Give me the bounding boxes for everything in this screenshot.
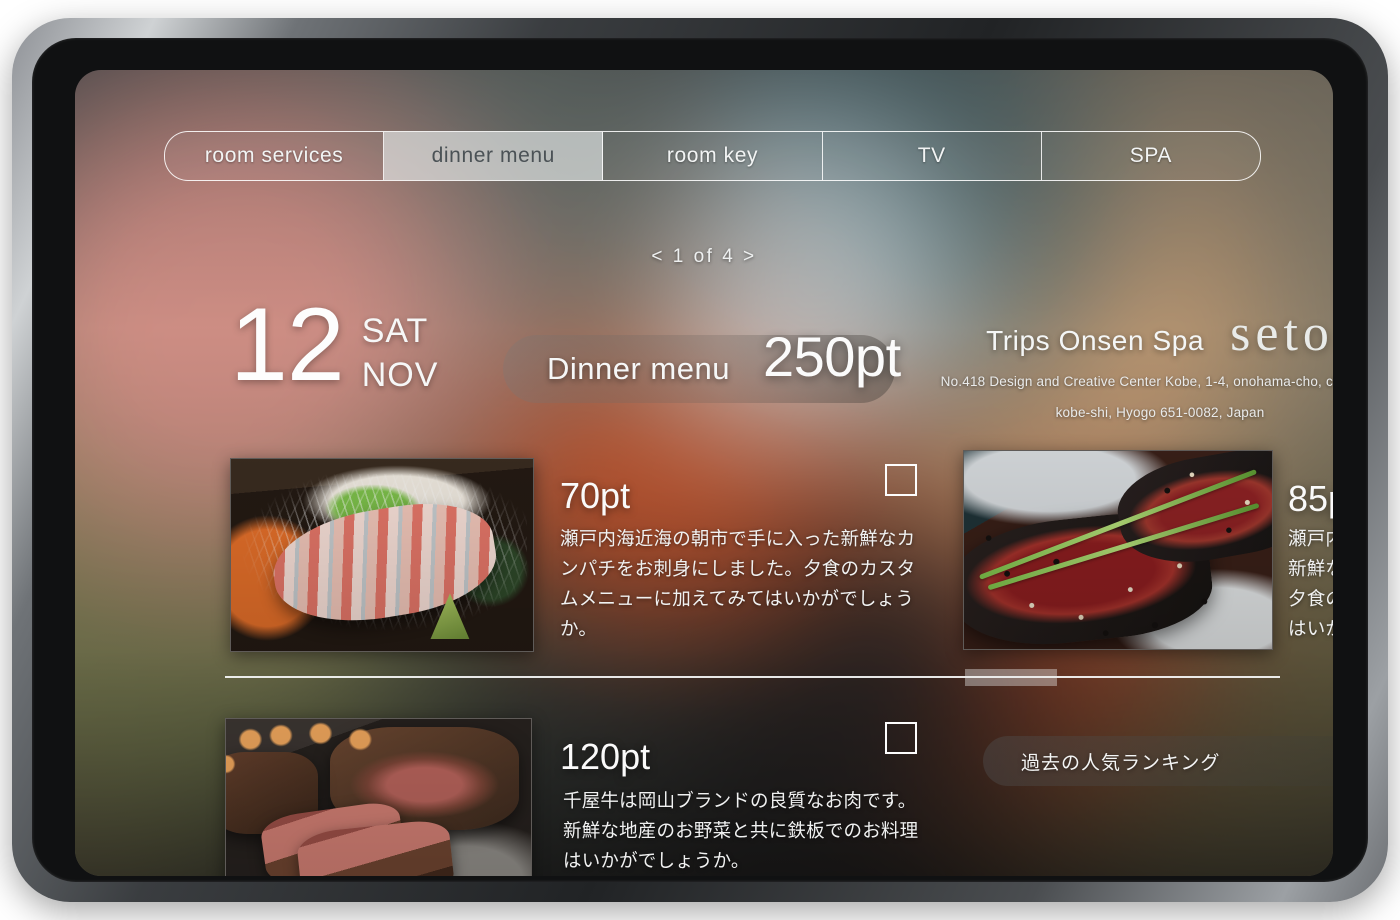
tab-label: room key xyxy=(666,144,759,167)
popular-ranking-label: 過去の人気ランキング xyxy=(1021,752,1221,774)
tablet-screen: room services dinner menu room key TV SP… xyxy=(75,70,1333,876)
tab-label: room services xyxy=(204,144,344,167)
date-block: 12 SAT NOV xyxy=(230,287,439,403)
pager-text: < 1 of 4 > xyxy=(651,246,757,267)
dinner-total-points: 250pt xyxy=(763,325,901,388)
tab-room-services[interactable]: room services xyxy=(165,132,385,180)
tab-spa[interactable]: SPA xyxy=(1042,132,1260,180)
app-ui-layer: room services dinner menu room key TV SP… xyxy=(75,70,1333,876)
menu-item-description-3: 千屋牛は岡山ブランドの良質なお肉です。新鮮な地産のお野菜と共に鉄板でのお料理はい… xyxy=(563,790,919,871)
menu-item-photo-sashimi[interactable] xyxy=(230,458,534,652)
desc-line: 瀬戸内海近 xyxy=(1288,528,1333,549)
tab-tv[interactable]: TV xyxy=(823,132,1042,180)
desc-line: 夕食のカス xyxy=(1288,587,1333,609)
menu-item-points-2: 85pt xyxy=(1288,478,1333,519)
menu-item-points-3: 120pt xyxy=(560,736,651,777)
hotel-logo-wordmark: seto xyxy=(1230,305,1333,362)
tab-label: SPA xyxy=(1129,144,1173,167)
date-day-number: 12 xyxy=(230,287,345,403)
menu-item-description-1: 瀬戸内海近海の朝市で手に入った新鮮なカンパチをお刺身にしました。夕食のカスタムメ… xyxy=(560,528,916,639)
section-divider xyxy=(225,676,1280,678)
hotel-address-line-2: kobe-shi, Hyogo 651-0082, Japan xyxy=(1055,405,1265,420)
menu-item-checkbox-1[interactable] xyxy=(885,464,917,496)
dinner-menu-title: Dinner menu xyxy=(547,351,730,386)
photo-veil xyxy=(964,451,1272,649)
date-month: NOV xyxy=(361,355,439,394)
menu-item-photo-steak[interactable] xyxy=(225,718,532,876)
desc-line: はいかがで xyxy=(1288,617,1333,639)
hotel-name: Trips Onsen Spa xyxy=(986,325,1205,356)
date-weekday: SAT xyxy=(361,312,429,350)
photo-veil xyxy=(231,459,533,651)
tab-label: TV xyxy=(917,144,946,167)
menu-item-points-1: 70pt xyxy=(560,475,631,516)
menu-item-checkbox-3[interactable] xyxy=(885,722,917,754)
tab-label: dinner menu xyxy=(431,144,555,167)
tab-dinner-menu[interactable]: dinner menu xyxy=(384,132,604,180)
desc-line: 新鮮なカン xyxy=(1288,557,1333,579)
photo-veil xyxy=(226,719,531,876)
page-navigator[interactable]: < 1 of 4 > xyxy=(75,246,1333,268)
date-weekday-month: SAT NOV xyxy=(362,310,439,397)
menu-item-description-2: 瀬戸内海近 新鮮なカン 夕食のカス はいかがで xyxy=(1288,524,1333,644)
horizontal-scrollbar-thumb[interactable] xyxy=(965,669,1057,686)
tablet-device-frame: room services dinner menu room key TV SP… xyxy=(12,18,1388,902)
main-tab-bar: room services dinner menu room key TV SP… xyxy=(164,131,1261,181)
brand-row: Trips Onsen Spa seto xyxy=(935,308,1333,360)
hotel-address-line-1: No.418 Design and Creative Center Kobe, … xyxy=(940,374,1333,389)
menu-item-photo-tuna-tataki[interactable] xyxy=(963,450,1273,650)
popular-ranking-button[interactable]: 過去の人気ランキング xyxy=(983,736,1333,786)
tab-room-key[interactable]: room key xyxy=(603,132,823,180)
hotel-brand-block: Trips Onsen Spa seto No.418 Design and C… xyxy=(935,308,1333,421)
